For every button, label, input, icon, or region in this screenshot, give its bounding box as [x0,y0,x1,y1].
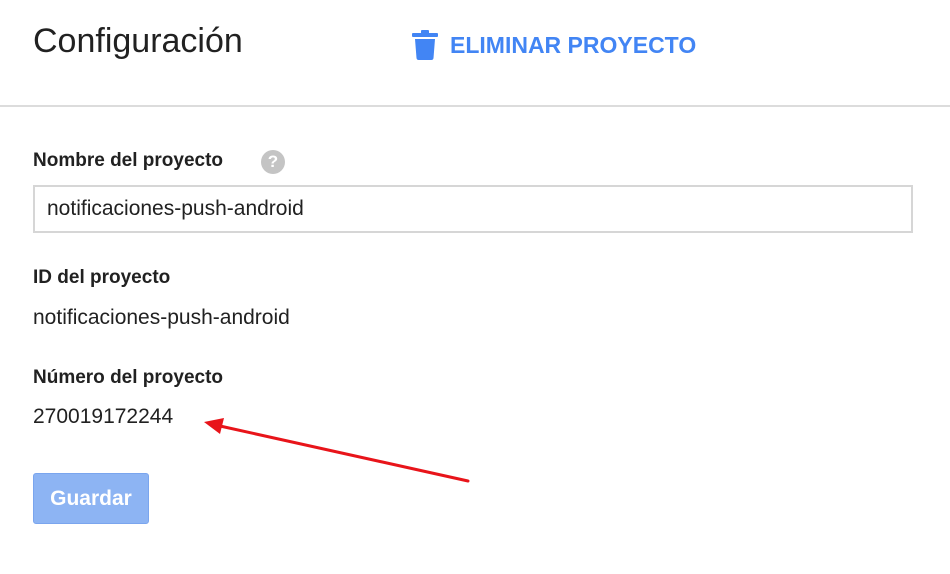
project-id-label: ID del proyecto [33,267,171,288]
project-name-label: Nombre del proyecto [33,150,224,171]
page-header: Configuración ELIMINAR PROYECTO [0,0,950,107]
settings-page: Configuración ELIMINAR PROYECTO Nombre d… [0,0,950,574]
project-name-input[interactable] [33,185,913,233]
page-title: Configuración [33,22,243,60]
project-number-value: 270019172244 [33,405,174,428]
trash-icon [412,30,438,60]
help-icon[interactable]: ? [261,150,285,174]
save-button[interactable]: Guardar [33,473,149,524]
delete-project-button[interactable]: ELIMINAR PROYECTO [412,30,696,60]
project-number-label: Número del proyecto [33,367,224,388]
delete-project-label: ELIMINAR PROYECTO [450,31,697,58]
project-id-value: notificaciones-push-android [33,306,290,329]
